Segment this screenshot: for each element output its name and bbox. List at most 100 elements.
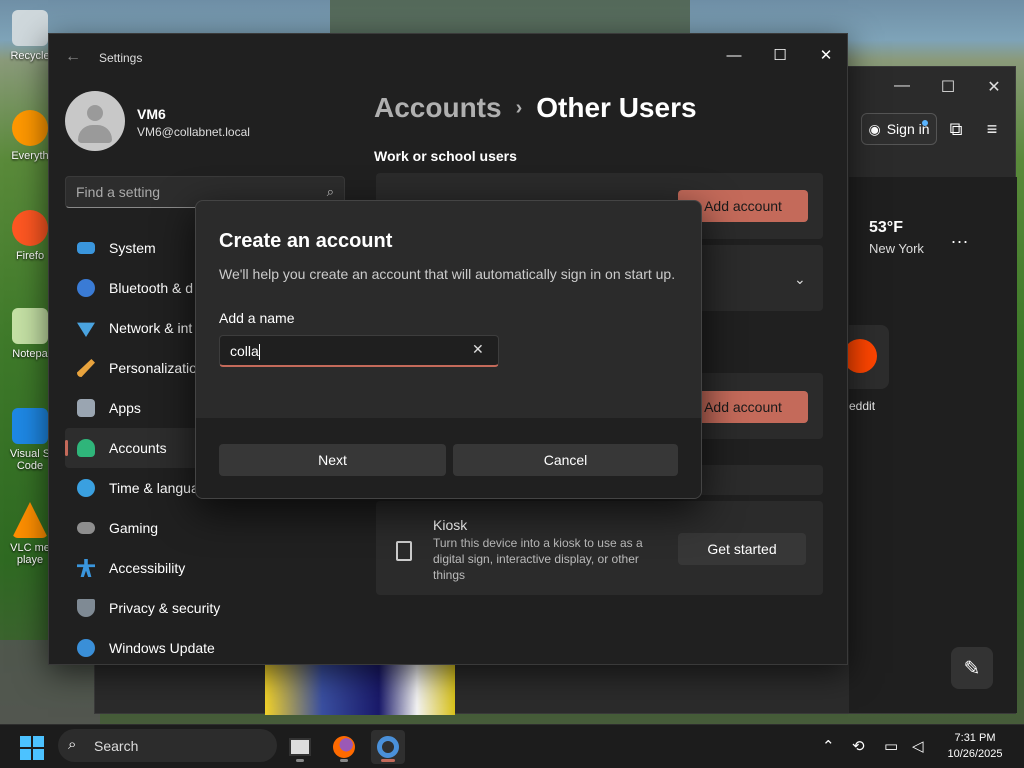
chevron-down-icon[interactable]: ⌄ (794, 271, 806, 288)
nav-label: Windows Update (109, 640, 215, 656)
sign-in-button[interactable]: ◉ Sign in (861, 113, 937, 145)
nav-label: Apps (109, 400, 141, 416)
accessibility-icon (77, 559, 95, 577)
person-icon (77, 439, 95, 457)
firefox-icon (333, 736, 355, 758)
nav-label: Gaming (109, 520, 159, 536)
title-bar: ← Settings — ☐ ✕ (49, 34, 849, 82)
desktop-icon-label: Notepa (12, 348, 48, 360)
weather-city: New York (869, 241, 924, 256)
globe-icon (77, 479, 95, 497)
edit-pencil-icon[interactable]: ✎ (951, 647, 993, 689)
account-circle-icon: ◉ (868, 120, 881, 137)
weather-more-button[interactable]: ... (951, 227, 969, 248)
minimize-icon[interactable]: — (887, 77, 917, 97)
next-button[interactable]: Next (219, 444, 446, 476)
shortcut-label: eddit (849, 399, 876, 413)
shield-icon (77, 599, 95, 617)
kiosk-description: Turn this device into a kiosk to use as … (433, 536, 643, 582)
taskbar: ⌕ Search ⌃ ⟲ ▭ ◁ 7:31 PM 10/26/2025 (0, 724, 1024, 768)
start-tile (33, 736, 44, 747)
kiosk-icon (396, 541, 412, 561)
desktop-icon-label: Visual S Code (9, 448, 51, 472)
close-button[interactable]: ✕ (804, 40, 848, 70)
name-field-label: Add a name (219, 310, 295, 326)
sync-icon[interactable]: ⟲ (852, 737, 865, 755)
windows-start-icon[interactable] (20, 736, 44, 760)
search-icon: ⌕ (68, 736, 77, 753)
gear-icon (377, 736, 399, 758)
breadcrumb: Accounts › Other Users (374, 92, 697, 124)
gamepad-icon (77, 522, 95, 534)
maximize-button[interactable]: ☐ (758, 40, 802, 70)
avatar-head (87, 105, 103, 121)
name-input[interactable]: colla (219, 335, 499, 367)
vlc-cone-icon (12, 502, 48, 538)
notification-dot (922, 120, 928, 126)
vscode-icon (12, 408, 48, 444)
taskbar-search[interactable]: ⌕ Search (58, 729, 277, 762)
maximize-icon[interactable]: ☐ (933, 77, 963, 97)
nav-label: Accounts (109, 440, 167, 456)
kiosk-title: Kiosk (433, 517, 468, 533)
avatar-body (78, 125, 112, 143)
get-started-button[interactable]: Get started (678, 533, 806, 565)
nav-label: System (109, 240, 156, 256)
desktop-icon-label: VLC me playe (10, 542, 50, 566)
system-clock[interactable]: 7:31 PM 10/26/2025 (940, 730, 1010, 762)
apps-icon (77, 399, 95, 417)
taskbar-terminal[interactable] (283, 730, 317, 764)
cancel-button[interactable]: Cancel (453, 444, 678, 476)
user-avatar (65, 91, 125, 151)
user-email: VM6@collabnet.local (137, 125, 250, 139)
background-image (265, 665, 455, 715)
terminal-icon (289, 738, 311, 756)
menu-icon[interactable]: ≡ (981, 119, 1003, 141)
desktop-icon-label: Recycle (10, 50, 50, 62)
volume-icon[interactable]: ◁ (912, 737, 924, 755)
name-input-value: colla (230, 343, 259, 359)
desktop-icon-label: Firefo (15, 250, 45, 262)
search-icon: ⌕ (326, 184, 334, 199)
monitor-icon (77, 242, 95, 254)
start-tile (33, 749, 44, 760)
close-icon[interactable]: ✕ (979, 77, 1009, 97)
taskbar-settings[interactable] (371, 730, 405, 764)
dialog-title: Create an account (219, 230, 393, 252)
clock-time: 7:31 PM (954, 732, 996, 744)
weather-temperature: 53°F (869, 219, 903, 236)
nav-item-privacy-security[interactable]: Privacy & security (65, 588, 355, 628)
clock-date: 10/26/2025 (947, 748, 1003, 760)
nav-label: Privacy & security (109, 600, 221, 616)
nav-item-windows-update[interactable]: Windows Update (65, 628, 355, 668)
firefox-icon (12, 210, 48, 246)
back-arrow-icon[interactable]: ← (65, 48, 81, 66)
kiosk-card: Kiosk Turn this device into a kiosk to u… (376, 501, 823, 595)
nav-item-accessibility[interactable]: Accessibility (65, 548, 355, 588)
brush-icon (77, 359, 95, 377)
section-heading-work-school: Work or school users (374, 148, 517, 164)
text-caret (258, 344, 260, 361)
dialog-subtitle: We'll help you create an account that wi… (219, 266, 676, 282)
nav-label: Network & int (109, 320, 193, 336)
clear-icon[interactable]: ✕ (472, 341, 484, 358)
nav-label: Personalizatio (109, 360, 197, 376)
user-name: VM6 (137, 106, 166, 122)
running-indicator (381, 759, 395, 762)
desktop-icon-label: Everyth (11, 150, 49, 162)
running-indicator (296, 759, 304, 762)
recycle-bin-icon (12, 10, 48, 46)
network-icon[interactable]: ▭ (884, 737, 898, 755)
taskbar-firefox[interactable] (327, 730, 361, 764)
update-icon (77, 639, 95, 657)
minimize-button[interactable]: — (712, 40, 756, 70)
nav-item-gaming[interactable]: Gaming (65, 508, 355, 548)
extensions-icon[interactable]: ⧉ (945, 119, 967, 141)
nav-label: Bluetooth & d (109, 280, 194, 296)
start-tile (20, 749, 31, 760)
breadcrumb-parent[interactable]: Accounts (374, 92, 502, 123)
wifi-icon (77, 322, 95, 337)
start-tile (20, 736, 31, 747)
reddit-icon (843, 339, 877, 373)
chevron-up-icon[interactable]: ⌃ (822, 737, 835, 755)
